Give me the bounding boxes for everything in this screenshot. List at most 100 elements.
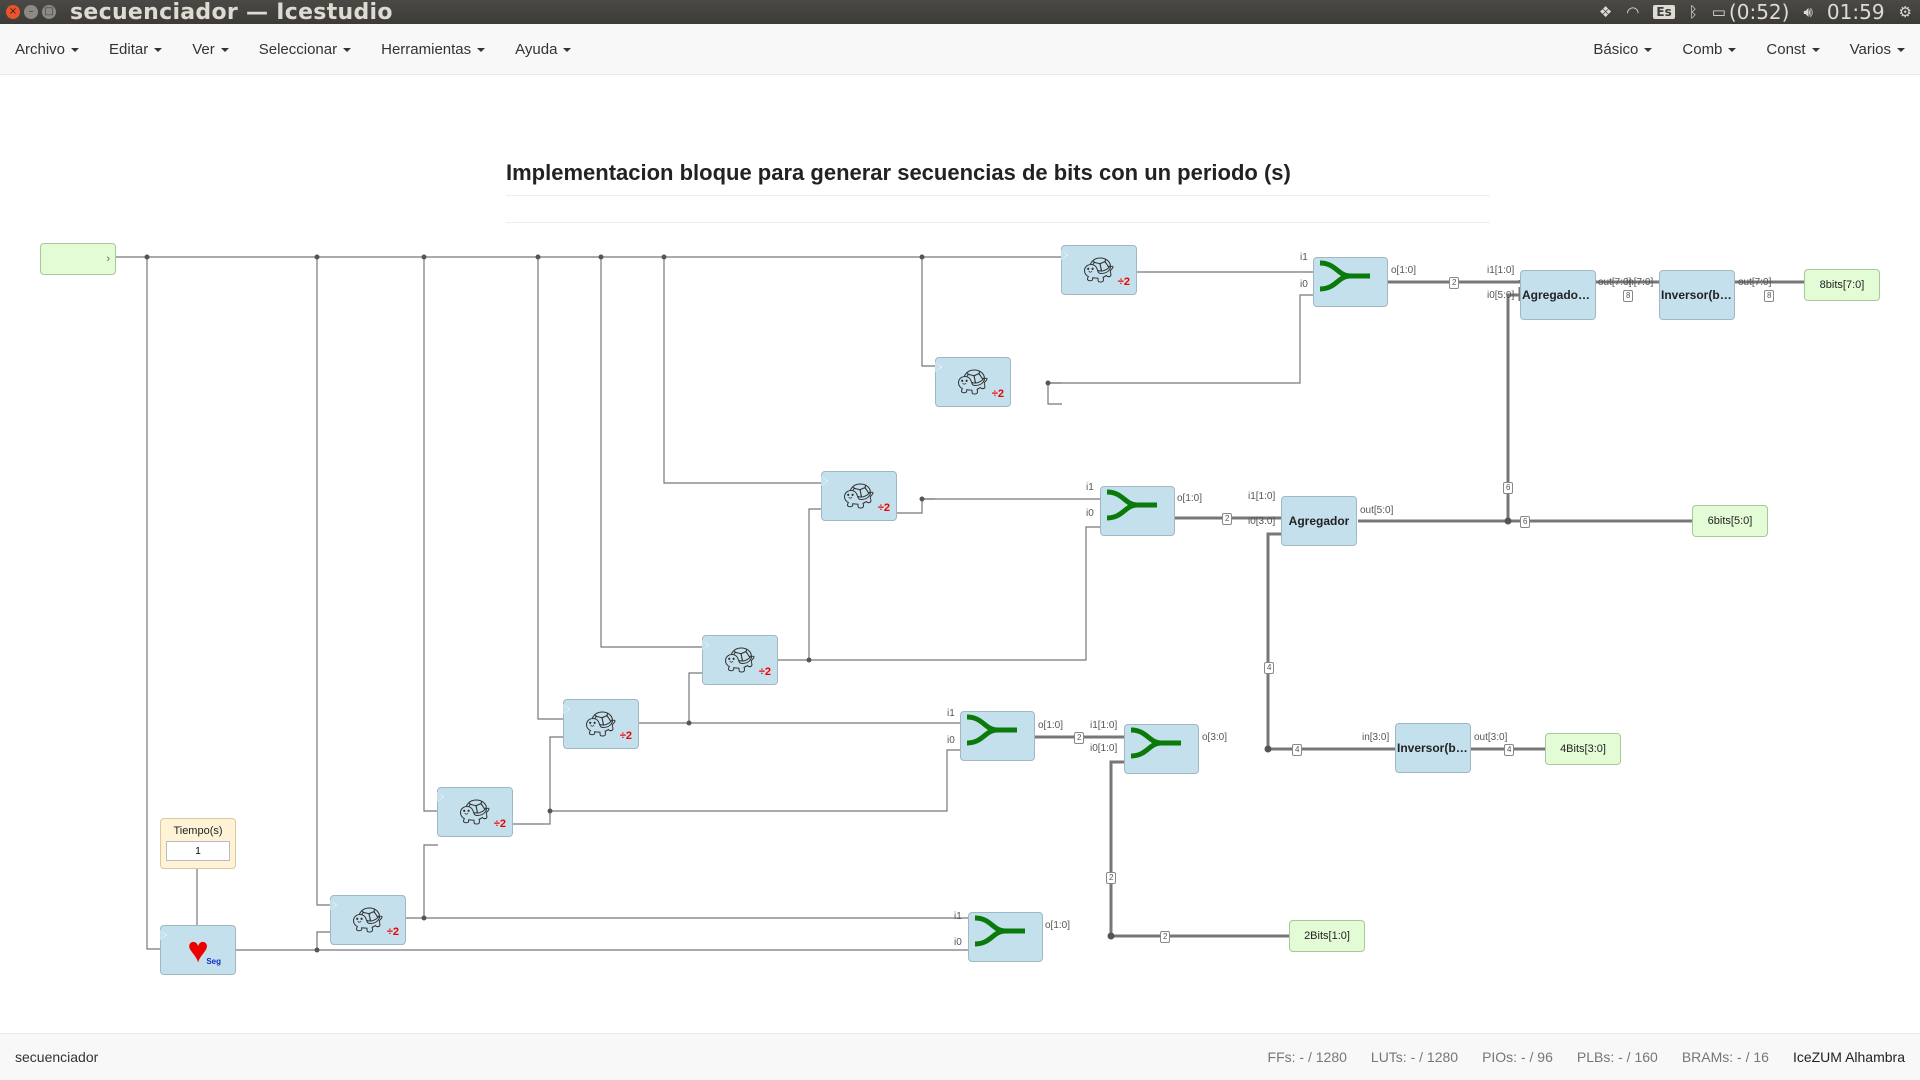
system-tray: ❖ ◠ Es ᛒ ▭ (0:52) 🔊︎ 01:59 ⚙ — [1599, 0, 1912, 24]
join-block[interactable] — [1100, 486, 1175, 536]
port-label: in[7:0] — [1626, 277, 1654, 288]
luts-stat: LUTs: - / 1280 — [1370, 1049, 1459, 1065]
menu-seleccionar[interactable]: Seleccionar — [244, 41, 366, 58]
caret-down-icon — [71, 47, 80, 52]
menu-right: Básico Comb Const Varios — [1578, 24, 1920, 75]
join-block[interactable] — [1124, 724, 1199, 774]
turtle-icon: 🐢︎ — [723, 645, 757, 675]
wire-size-badge: 2 — [1449, 277, 1460, 289]
wire-size-badge: 2 — [1222, 513, 1233, 525]
turtle-icon: 🐢︎ — [956, 367, 990, 397]
port-label: i1[1:0] — [1248, 491, 1276, 502]
wire-size-badge: 2 — [1074, 732, 1085, 744]
divider-block[interactable]: 🐢︎ ÷2 — [702, 635, 778, 685]
port-label: i0[3:0] — [1248, 516, 1276, 527]
caret-down-icon — [563, 47, 572, 52]
divider-block[interactable]: 🐢︎ ÷2 — [821, 471, 897, 521]
window-titlebar: × – □ secuenciador — Icestudio ❖ ◠ Es ᛒ … — [0, 0, 1920, 25]
menu-basico[interactable]: Básico — [1578, 41, 1667, 58]
keyboard-layout-indicator[interactable]: Es — [1653, 5, 1675, 19]
port-label: i1 — [954, 911, 962, 922]
divider-badge: ÷2 — [877, 502, 890, 514]
board-name[interactable]: IceZUM Alhambra — [1793, 1049, 1905, 1065]
wire-size-badge: 6 — [1520, 516, 1531, 528]
divider-block[interactable]: 🐢︎ ÷2 — [1061, 245, 1137, 295]
menu-label: Editar — [109, 41, 149, 58]
wire-size-badge: 8 — [1623, 290, 1634, 302]
project-name: secuenciador — [15, 1049, 99, 1065]
menu-ver[interactable]: Ver — [177, 41, 244, 58]
menu-editar[interactable]: Editar — [94, 41, 177, 58]
menu-archivo[interactable]: Archivo — [0, 41, 94, 58]
menu-herramientas[interactable]: Herramientas — [366, 41, 500, 58]
heartbeat-block[interactable]: ♥ Seg — [160, 925, 236, 975]
design-canvas[interactable]: Implementacion bloque para generar secue… — [0, 75, 1920, 1033]
wires-layer — [116, 254, 1804, 953]
output-pin-2bits[interactable]: 2Bits[1:0] — [1289, 920, 1365, 952]
port-label: i1 — [947, 708, 955, 719]
join-block[interactable] — [960, 711, 1035, 761]
close-window-button[interactable]: × — [6, 5, 20, 19]
menu-label: Básico — [1593, 41, 1639, 58]
minimize-window-button[interactable]: – — [24, 5, 38, 19]
divider-block[interactable]: 🐢︎ ÷2 — [330, 895, 406, 945]
divider-block[interactable]: 🐢︎ ÷2 — [935, 357, 1011, 407]
port-label: i0 — [947, 735, 955, 746]
menu-comb[interactable]: Comb — [1667, 41, 1751, 58]
port-label: o[1:0] — [1045, 920, 1071, 931]
clock[interactable]: 01:59 — [1827, 0, 1885, 24]
constant-tiempo[interactable]: Tiempo(s) 1 — [160, 818, 236, 869]
turtle-icon: 🐢︎ — [842, 481, 876, 511]
maximize-window-button[interactable]: □ — [42, 5, 56, 19]
dropbox-icon[interactable]: ❖ — [1599, 3, 1612, 21]
wire-size-badge: 4 — [1264, 662, 1275, 674]
bus-wires — [1035, 280, 1804, 938]
output-pin-8bits[interactable]: 8bits[7:0] — [1804, 269, 1880, 301]
menu-varios[interactable]: Varios — [1835, 41, 1920, 58]
wire-junctions — [144, 254, 1512, 953]
wifi-icon[interactable]: ◠ — [1626, 3, 1639, 21]
agregador-block[interactable]: Agregador [... — [1520, 270, 1596, 320]
clk-input-pin[interactable]: › — [40, 243, 116, 275]
port-label: i1[1:0] — [1487, 265, 1515, 276]
menu-const[interactable]: Const — [1751, 41, 1834, 58]
join-block[interactable] — [968, 912, 1043, 962]
port-label: o[3:0] — [1202, 732, 1228, 743]
turtle-icon: 🐢︎ — [1082, 255, 1116, 285]
volume-icon[interactable]: 🔊︎ — [1803, 3, 1812, 21]
divider-block[interactable]: 🐢︎ ÷2 — [563, 699, 639, 749]
port-label: o[1:0] — [1177, 493, 1203, 504]
wire-size-badge: 2 — [1106, 872, 1117, 884]
battery-indicator[interactable]: ▭ (0:52) — [1712, 0, 1790, 24]
port-label: i0 — [1086, 508, 1094, 519]
divider-badge: ÷2 — [493, 818, 506, 830]
menu-label: Const — [1766, 41, 1806, 58]
divider-badge: ÷2 — [758, 666, 771, 678]
caret-down-icon — [1811, 47, 1820, 52]
menu-ayuda[interactable]: Ayuda — [500, 41, 586, 58]
block-label: Agregador [... — [1522, 288, 1594, 302]
agregador-block[interactable]: Agregador — [1281, 496, 1357, 546]
divider-block[interactable]: 🐢︎ ÷2 — [437, 787, 513, 837]
port-label: o[1:0] — [1038, 720, 1064, 731]
clock-port-icon — [821, 476, 828, 486]
menu-label: Archivo — [15, 41, 66, 58]
plbs-stat: PLBs: - / 160 — [1576, 1049, 1658, 1065]
bluetooth-icon[interactable]: ᛒ — [1689, 3, 1698, 21]
info-title[interactable]: Implementacion bloque para generar secue… — [506, 160, 1490, 186]
constant-value[interactable]: 1 — [166, 841, 230, 861]
output-pin-4bits[interactable]: 4Bits[3:0] — [1545, 733, 1621, 765]
block-label: Inversor(bu... — [1661, 288, 1733, 302]
chevron-right-icon: › — [106, 253, 110, 265]
heart-label: Seg — [206, 957, 221, 966]
output-pin-6bits[interactable]: 6bits[5:0] — [1692, 505, 1768, 537]
inversor-block[interactable]: Inversor(bu... — [1659, 270, 1735, 320]
join-block[interactable] — [1313, 257, 1388, 307]
port-label: out[5:0] — [1360, 505, 1394, 516]
wire-size-badge: 4 — [1504, 744, 1515, 756]
inversor-block[interactable]: Inversor(bu... — [1395, 723, 1471, 773]
divider-badge: ÷2 — [991, 388, 1004, 400]
menu-label: Comb — [1682, 41, 1723, 58]
gear-icon[interactable]: ⚙ — [1899, 3, 1912, 21]
caret-down-icon — [1728, 47, 1737, 52]
